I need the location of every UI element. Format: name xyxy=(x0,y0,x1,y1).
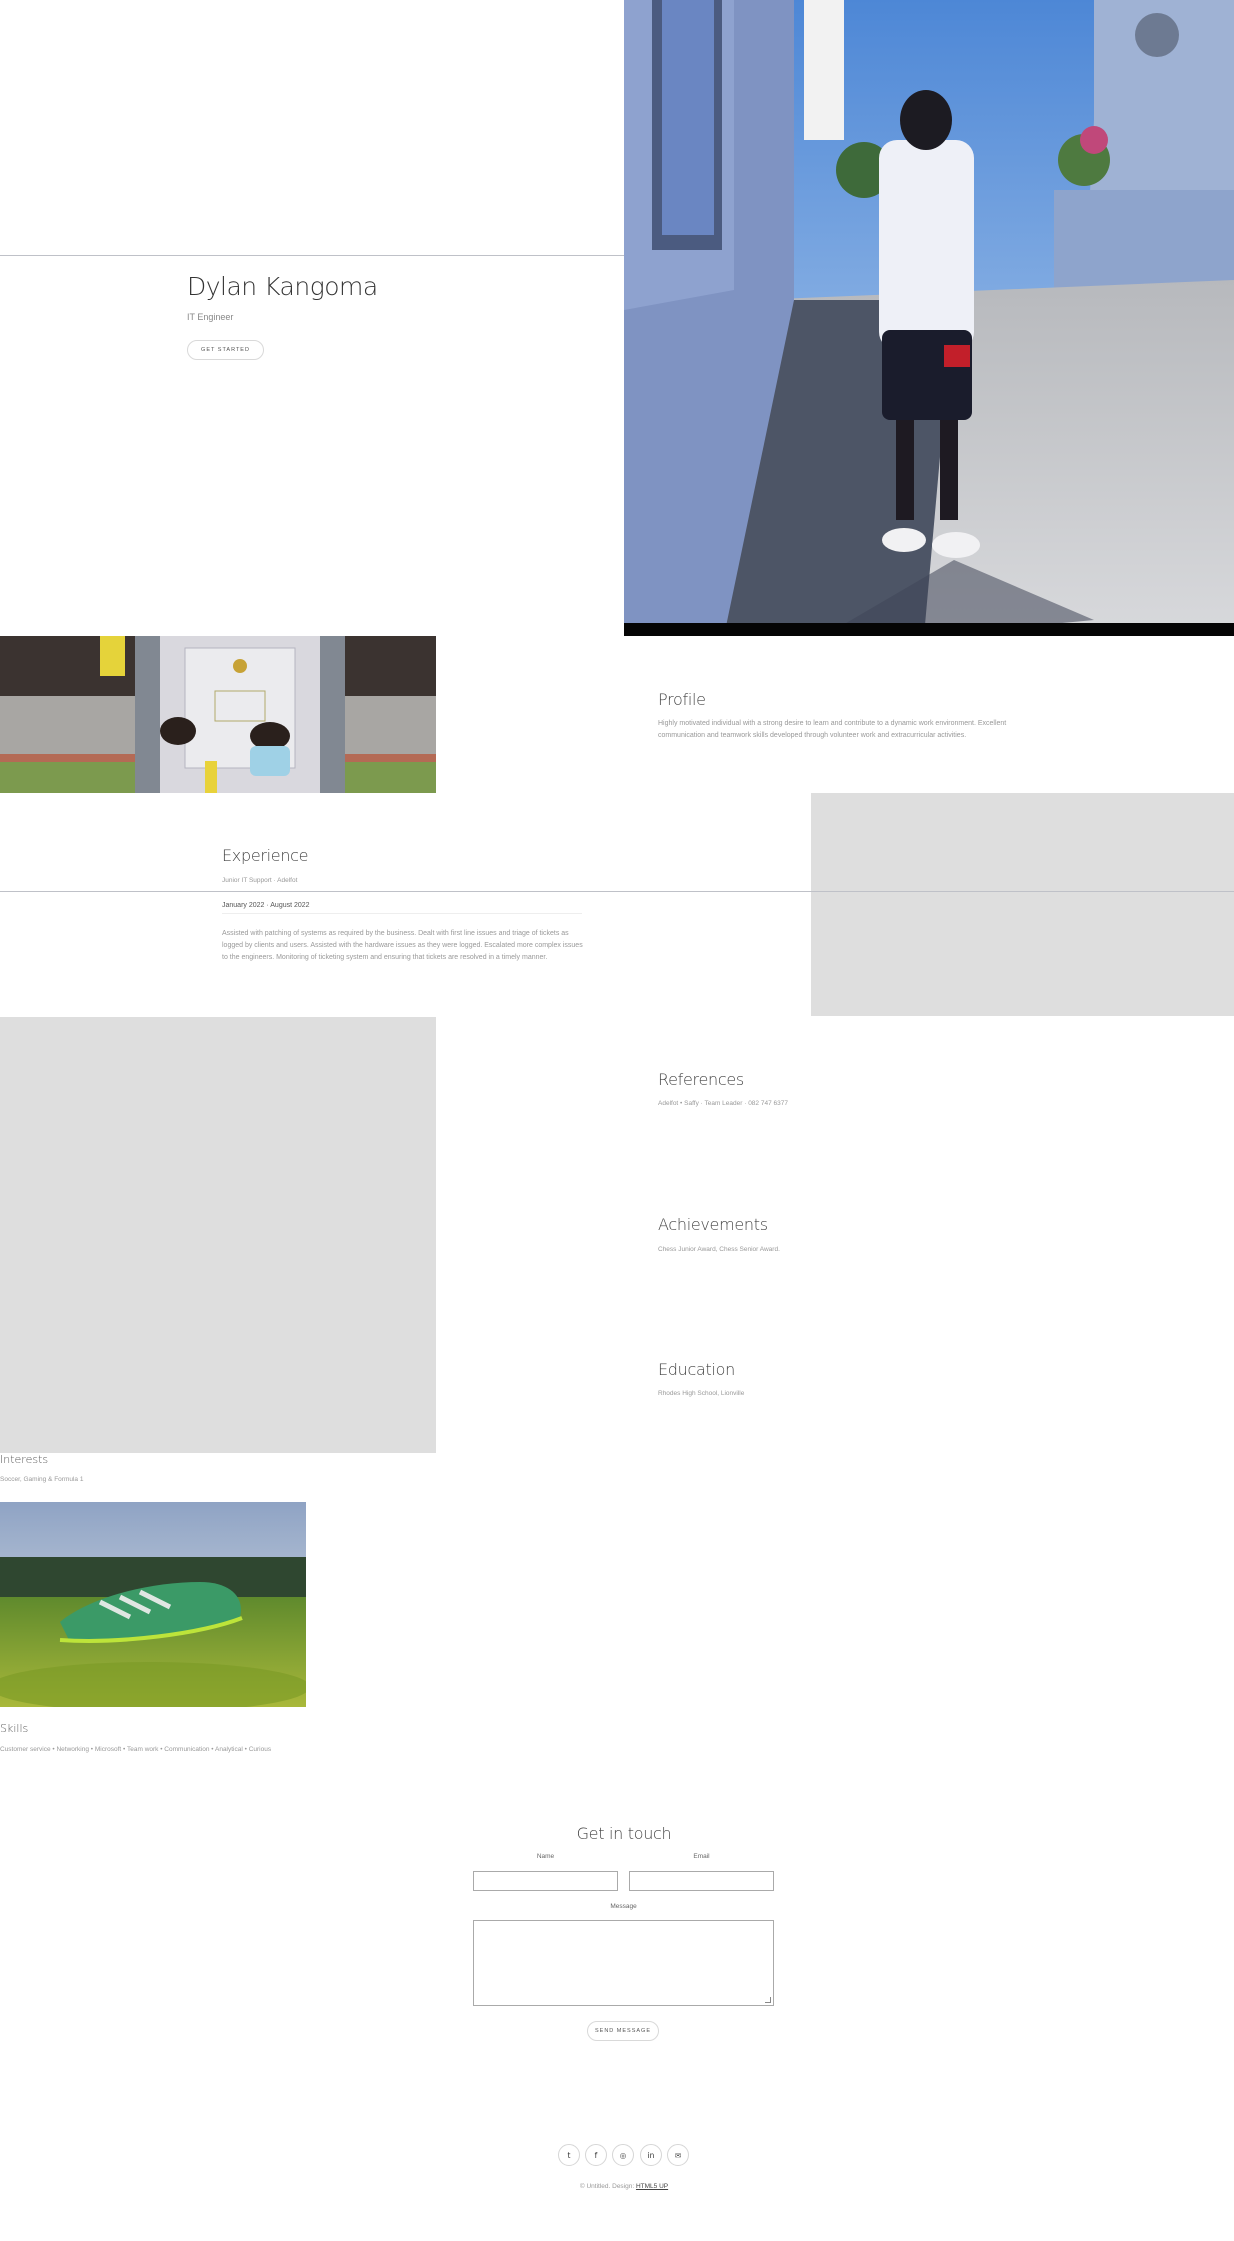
interests-title: Interests xyxy=(0,1453,49,1466)
name-field[interactable] xyxy=(473,1871,618,1891)
experience-text: Assisted with patching of systems as req… xyxy=(222,930,583,961)
interests-text: Soccer, Gaming & Formula 1 xyxy=(0,1476,84,1483)
achievements-text: Chess Junior Award, Chess Senior Award. xyxy=(658,1246,780,1253)
hero-portrait-photo xyxy=(624,0,1234,636)
hero-divider-line xyxy=(0,255,624,256)
send-message-button[interactable]: SEND MESSAGE xyxy=(587,2021,659,2041)
email-icon[interactable]: ✉ xyxy=(667,2144,689,2166)
education-title: Education xyxy=(658,1360,735,1379)
experience-title: Experience xyxy=(222,846,309,865)
achievements-title: Achievements xyxy=(658,1215,768,1234)
experience-divider-line xyxy=(0,891,1234,892)
get-started-button[interactable]: GET STARTED xyxy=(187,340,264,360)
message-textarea[interactable] xyxy=(473,1920,774,2006)
references-image-placeholder xyxy=(0,1017,436,1453)
education-text: Rhodes High School, Lionville xyxy=(658,1390,745,1397)
footer-copyright: © Untitled. Design: HTML5 UP xyxy=(0,2183,1234,2190)
certificate-photo xyxy=(0,636,436,793)
copyright-text: © Untitled. Design: xyxy=(579,2183,636,2190)
profile-title: Profile xyxy=(658,690,706,709)
skills-title: Skills xyxy=(0,1722,29,1735)
experience-separator xyxy=(222,913,582,914)
design-link[interactable]: HTML5 UP xyxy=(636,2183,668,2190)
email-label: Email xyxy=(693,1853,710,1860)
twitter-icon[interactable]: t xyxy=(558,2144,580,2166)
facebook-icon[interactable]: f xyxy=(585,2144,607,2166)
linkedin-icon[interactable]: in xyxy=(640,2144,662,2166)
experience-dates: January 2022 · August 2022 xyxy=(222,902,310,909)
instagram-icon[interactable]: ◎ xyxy=(612,2144,634,2166)
name-label: Name xyxy=(536,1853,555,1860)
contact-title: Get in touch xyxy=(576,1824,672,1843)
profile-text: Highly motivated individual with a stron… xyxy=(658,720,1007,739)
references-title: References xyxy=(658,1070,744,1089)
skills-text: Customer service • Networking • Microsof… xyxy=(0,1746,272,1753)
resize-handle-icon[interactable] xyxy=(765,1997,771,2003)
hero-role: IT Engineer xyxy=(187,312,234,322)
references-text: Adelfot • Saffy · Team Leader · 082 747 … xyxy=(658,1100,788,1107)
message-label: Message xyxy=(610,1903,637,1910)
email-field[interactable] xyxy=(629,1871,774,1891)
hero-name: Dylan Kangoma xyxy=(187,272,378,301)
experience-image-placeholder xyxy=(811,793,1234,1016)
soccer-boots-photo xyxy=(0,1502,306,1707)
experience-role: Junior IT Support · Adelfot xyxy=(222,877,298,884)
